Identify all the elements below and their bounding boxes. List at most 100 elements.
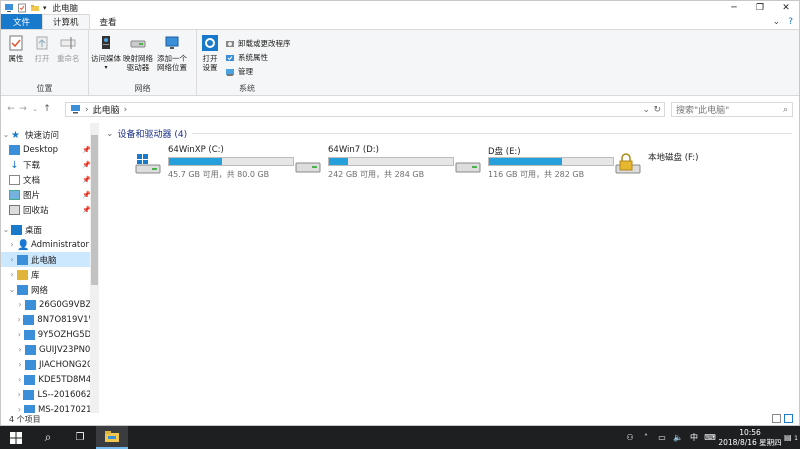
nav-item-recycle-bin[interactable]: 回收站 📌 xyxy=(1,202,97,217)
task-view-icon: ❐ xyxy=(75,432,85,443)
drive-usage-fill xyxy=(169,158,223,165)
nav-item-network[interactable]: ⌄ 网络 xyxy=(1,282,97,297)
computer-icon xyxy=(5,4,13,12)
nav-item-host[interactable]: › JIACHONG20 xyxy=(1,357,97,372)
volume-icon[interactable]: 🔈 xyxy=(670,433,686,442)
item-count: 4 个项目 xyxy=(9,414,41,424)
search-input[interactable]: 搜索"此电脑" ⌕ xyxy=(671,102,793,117)
search-icon: ⌕ xyxy=(782,104,788,115)
drive-usage-fill xyxy=(329,158,348,165)
start-button[interactable] xyxy=(0,426,32,449)
nav-scrollbar-thumb[interactable] xyxy=(91,135,98,285)
nav-item-desktop-root[interactable]: ⌄ 桌面 xyxy=(1,222,97,237)
folder-icon xyxy=(105,431,119,442)
refresh-icon[interactable]: ↻ xyxy=(653,105,661,115)
nav-item-host[interactable]: › GUIJV23PN0A xyxy=(1,342,97,357)
tab-view[interactable]: 查看 xyxy=(90,14,127,29)
address-dropdown-icon[interactable]: ⌄ xyxy=(642,105,650,115)
system-properties-icon xyxy=(226,54,234,61)
nav-item-documents[interactable]: 文档 📌 xyxy=(1,172,97,187)
action-center-button[interactable]: ▤ 1 xyxy=(782,433,800,442)
system-properties-button[interactable]: 系统属性 xyxy=(225,52,268,63)
drive-d[interactable]: 64Win7 (D:) 242 GB 可用，共 284 GB xyxy=(294,145,454,185)
nav-item-this-pc[interactable]: › 此电脑 xyxy=(1,252,97,267)
drive-c[interactable]: 64WinXP (C:) 45.7 GB 可用，共 80.0 GB xyxy=(134,145,294,185)
open-button[interactable]: 打开 xyxy=(33,34,51,63)
network-icon[interactable]: ▭ xyxy=(654,433,670,442)
minimize-button[interactable]: ─ xyxy=(721,1,747,15)
drive-usage-fill xyxy=(489,158,563,165)
rename-button[interactable]: 重命名 xyxy=(57,34,80,63)
drive-f[interactable]: 本地磁盘 (F:) xyxy=(614,145,774,185)
group-divider xyxy=(192,133,792,134)
computer-icon xyxy=(25,344,36,355)
open-icon xyxy=(36,36,48,50)
nav-item-downloads[interactable]: ↓ 下载 📌 xyxy=(1,157,97,172)
nav-item-host[interactable]: › 26G0G9VBZL xyxy=(1,297,97,312)
file-explorer-window: ▾ 此电脑 ─ ❐ ✕ 文件 计算机 查看 ⌄ ? 属性 打开 重命名 位置 访… xyxy=(0,0,800,426)
dropdown-arrow-icon[interactable]: ▾ xyxy=(43,4,47,12)
notification-icon: ▤ xyxy=(784,433,792,442)
search-button[interactable]: ⌕ xyxy=(32,426,64,449)
pictures-icon xyxy=(9,189,20,200)
uninstall-programs-button[interactable]: 卸载或更改程序 xyxy=(225,38,291,49)
properties-button[interactable]: 属性 xyxy=(7,34,25,63)
drive-e[interactable]: D盘 (E:) 116 GB 可用，共 282 GB xyxy=(454,145,614,185)
group-label-system: 系统 xyxy=(239,84,255,93)
keyboard-icon[interactable]: ⌨ xyxy=(702,433,718,442)
nav-scrollbar[interactable] xyxy=(90,123,99,413)
ribbon-tabs: 文件 计算机 查看 ⌄ ? xyxy=(1,14,799,30)
tab-computer[interactable]: 计算机 xyxy=(42,14,90,29)
nav-item-administrator[interactable]: › 👤 Administrator xyxy=(1,237,97,252)
ribbon-right-controls: ⌄ ? xyxy=(773,17,793,27)
access-media-button[interactable]: 访问媒体 ▾ xyxy=(91,34,121,72)
computer-icon xyxy=(23,404,35,413)
details-view-button[interactable] xyxy=(772,414,781,423)
ribbon-group-location: 属性 打开 重命名 位置 xyxy=(1,30,89,96)
up-button[interactable]: ↑ xyxy=(41,104,53,114)
nav-item-pictures[interactable]: 图片 📌 xyxy=(1,187,97,202)
taskbar: ⌕ ❐ ⚇ ˄ ▭ 🔈 中 ⌨ 10:56 2018/8/16 星期四 ▤ 1 xyxy=(0,426,800,449)
nav-item-host[interactable]: › KDE5TD8M4A xyxy=(1,372,97,387)
user-icon: 👤 xyxy=(17,239,30,251)
people-icon[interactable]: ⚇ xyxy=(622,433,638,442)
help-icon[interactable]: ? xyxy=(788,17,793,27)
chevron-down-icon[interactable]: ⌄ xyxy=(773,17,781,27)
address-box[interactable]: › 此电脑 › ⌄ ↻ xyxy=(65,102,665,117)
drive-usage-bar xyxy=(328,157,454,166)
task-view-button[interactable]: ❐ xyxy=(64,426,96,449)
network-icon xyxy=(17,284,28,295)
nav-item-desktop[interactable]: Desktop 📌 xyxy=(1,142,97,157)
manage-icon xyxy=(226,68,234,76)
address-separator-icon[interactable]: › xyxy=(85,105,89,115)
nav-item-host[interactable]: › 8N7O819V1W xyxy=(1,312,97,327)
properties-icon[interactable] xyxy=(17,3,27,13)
breadcrumb-chevron-icon[interactable]: › xyxy=(124,105,128,115)
ime-indicator[interactable]: 中 xyxy=(686,432,702,443)
add-network-location-button[interactable]: 添加一个 网络位置 xyxy=(157,34,187,72)
taskbar-file-explorer[interactable] xyxy=(96,426,128,449)
devices-group-header[interactable]: ⌄ 设备和驱动器 (4) xyxy=(106,127,187,141)
close-button[interactable]: ✕ xyxy=(773,1,799,15)
back-button[interactable]: ← xyxy=(5,104,17,114)
nav-item-library[interactable]: › 库 xyxy=(1,267,97,282)
nav-item-host[interactable]: › MS-20170215 xyxy=(1,402,97,413)
nav-item-host[interactable]: › 9Y5OZHG5DB xyxy=(1,327,97,342)
nav-item-host[interactable]: › LS--20160629 xyxy=(1,387,97,402)
chevron-down-icon[interactable]: ⌄ xyxy=(106,129,114,139)
chevron-up-icon[interactable]: ˄ xyxy=(638,433,654,442)
group-label-network: 网络 xyxy=(134,84,151,93)
clock[interactable]: 10:56 2018/8/16 星期四 xyxy=(718,428,782,448)
nav-item-quick-access[interactable]: ⌄ ★ 快速访问 xyxy=(1,127,97,142)
maximize-button[interactable]: ❐ xyxy=(747,1,773,15)
recent-locations-button[interactable]: ⌄ xyxy=(29,105,41,113)
address-path[interactable]: 此电脑 xyxy=(93,103,120,116)
notification-count: 1 xyxy=(794,435,798,442)
new-folder-icon[interactable] xyxy=(30,3,40,13)
forward-button[interactable]: → xyxy=(17,104,29,114)
map-drive-button[interactable]: 映射网络 驱动器 xyxy=(123,34,153,72)
manage-button[interactable]: 管理 xyxy=(225,66,253,77)
large-icons-view-button[interactable] xyxy=(784,414,793,423)
open-settings-button[interactable]: 打开 设置 xyxy=(201,34,219,72)
tab-file[interactable]: 文件 xyxy=(1,14,43,29)
